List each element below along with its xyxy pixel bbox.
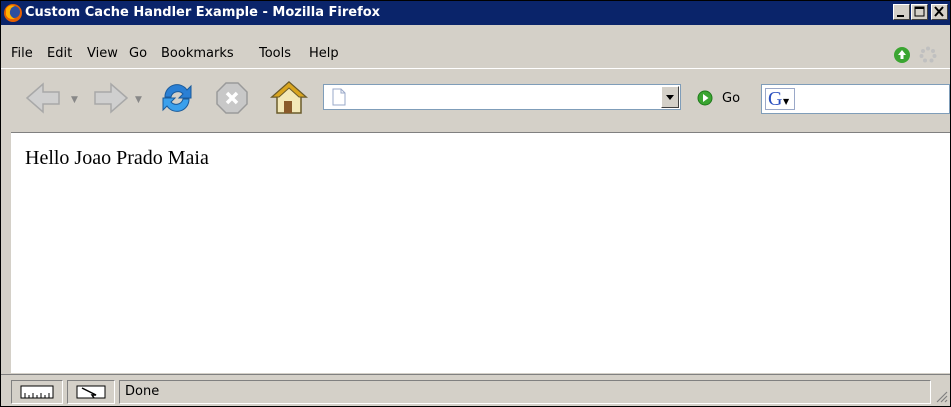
go-icon[interactable] xyxy=(697,90,713,106)
page-text: Hello Joao Prado Maia xyxy=(25,147,209,169)
go-button-label[interactable]: Go xyxy=(722,91,740,106)
firefox-logo-icon xyxy=(4,4,22,22)
left-frame-border xyxy=(1,130,11,374)
close-button[interactable] xyxy=(931,4,948,20)
menu-go[interactable]: Go xyxy=(129,46,147,61)
status-bar: Done xyxy=(1,374,950,406)
minimize-button[interactable] xyxy=(893,4,910,20)
menu-edit[interactable]: Edit xyxy=(47,46,72,61)
search-input[interactable] xyxy=(800,90,944,110)
throbber-icon xyxy=(919,46,937,63)
stop-icon[interactable] xyxy=(215,81,249,115)
chevron-down-icon xyxy=(666,95,674,100)
address-bar[interactable] xyxy=(323,84,681,110)
google-icon[interactable]: G ▼ xyxy=(765,88,795,110)
status-panel-2[interactable] xyxy=(67,380,115,404)
search-box[interactable]: G ▼ xyxy=(761,84,950,114)
close-icon xyxy=(934,6,944,17)
menu-file[interactable]: File xyxy=(11,46,33,61)
maximize-icon xyxy=(914,6,925,17)
home-icon[interactable] xyxy=(269,79,309,117)
menu-bookmarks[interactable]: Bookmarks xyxy=(161,46,234,61)
page-content: Hello Joao Prado Maia xyxy=(11,132,950,373)
url-dropdown-button[interactable] xyxy=(661,86,679,108)
menu-bar: File Edit View Go Bookmarks Tools Help xyxy=(1,46,950,68)
status-panel-1[interactable] xyxy=(11,380,63,404)
resize-grip-icon[interactable] xyxy=(934,389,948,403)
reload-icon[interactable] xyxy=(157,79,197,117)
forward-icon[interactable] xyxy=(89,80,131,116)
status-text-panel xyxy=(119,380,931,404)
back-dropdown-icon[interactable]: ▼ xyxy=(71,95,78,105)
update-icon[interactable] xyxy=(893,46,911,64)
window-title: Custom Cache Handler Example - Mozilla F… xyxy=(25,5,381,20)
ruler-icon xyxy=(20,385,54,399)
menu-help[interactable]: Help xyxy=(309,46,339,61)
maximize-button[interactable] xyxy=(911,4,928,20)
menu-tools[interactable]: Tools xyxy=(259,46,291,61)
page-icon xyxy=(332,88,346,106)
menu-view[interactable]: View xyxy=(87,46,118,61)
cursor-icon xyxy=(76,385,106,399)
url-input[interactable] xyxy=(352,88,656,108)
forward-dropdown-icon[interactable]: ▼ xyxy=(135,95,142,105)
back-icon[interactable] xyxy=(23,80,65,116)
browser-window: Custom Cache Handler Example - Mozilla F… xyxy=(0,0,951,407)
minimize-icon xyxy=(897,15,904,17)
title-bar[interactable]: Custom Cache Handler Example - Mozilla F… xyxy=(1,1,950,25)
status-text: Done xyxy=(125,384,160,399)
